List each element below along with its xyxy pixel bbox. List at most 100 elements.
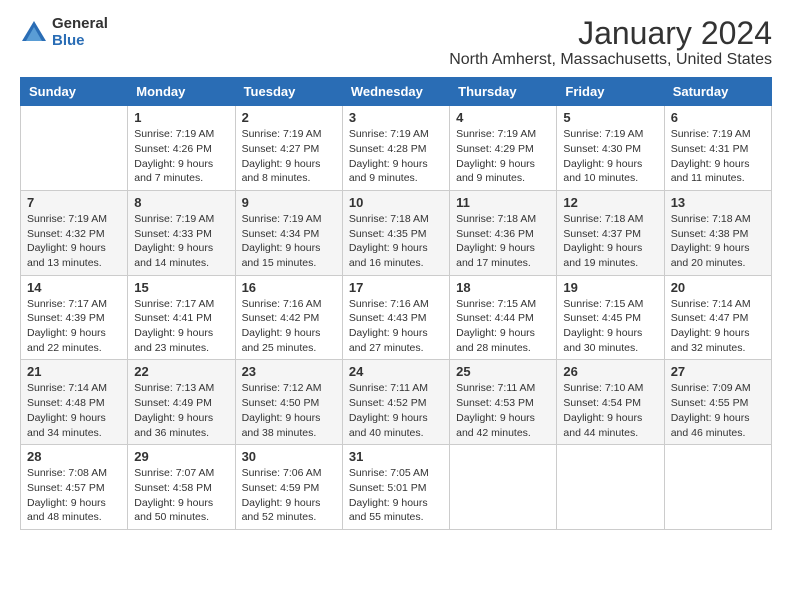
day-number: 29 [134,449,228,464]
day-number: 7 [27,195,121,210]
day-info: Sunrise: 7:19 AMSunset: 4:27 PMDaylight:… [242,127,336,186]
calendar-day-cell: 8 Sunrise: 7:19 AMSunset: 4:33 PMDaylight… [128,190,235,275]
day-number: 24 [349,364,443,379]
day-info: Sunrise: 7:09 AMSunset: 4:55 PMDaylight:… [671,381,765,440]
day-info: Sunrise: 7:14 AMSunset: 4:47 PMDaylight:… [671,297,765,356]
weekday-header: Monday [128,78,235,106]
logo: General Blue [20,16,108,49]
calendar-day-cell: 13Sunrise: 7:18 AMSunset: 4:38 PMDayligh… [664,190,771,275]
calendar-day-cell: 16 Sunrise: 7:16 AMSunset: 4:42 PMDayligh… [235,275,342,360]
calendar-day-cell [664,445,771,530]
calendar-day-cell: 11 Sunrise: 7:18 AMSunset: 4:36 PMDayligh… [450,190,557,275]
calendar-week-row: 21 Sunrise: 7:14 AMSunset: 4:48 PMDayligh… [21,360,772,445]
day-number: 25 [456,364,550,379]
weekday-header: Friday [557,78,664,106]
weekday-header: Thursday [450,78,557,106]
calendar-day-cell: 12 Sunrise: 7:18 AMSunset: 4:37 PMDayligh… [557,190,664,275]
calendar-day-cell: 28Sunrise: 7:08 AMSunset: 4:57 PMDayligh… [21,445,128,530]
calendar-day-cell [557,445,664,530]
weekday-header: Tuesday [235,78,342,106]
day-number: 19 [563,280,657,295]
calendar-week-row: 1 Sunrise: 7:19 AMSunset: 4:26 PMDaylight… [21,106,772,191]
day-info: Sunrise: 7:19 AMSunset: 4:29 PMDaylight:… [456,127,550,186]
calendar-day-cell: 27 Sunrise: 7:09 AMSunset: 4:55 PMDayligh… [664,360,771,445]
day-number: 30 [242,449,336,464]
weekday-header: Wednesday [342,78,449,106]
day-info: Sunrise: 7:14 AMSunset: 4:48 PMDaylight:… [27,381,121,440]
calendar-day-cell: 17 Sunrise: 7:16 AMSunset: 4:43 PMDayligh… [342,275,449,360]
calendar-day-cell: 1 Sunrise: 7:19 AMSunset: 4:26 PMDaylight… [128,106,235,191]
day-number: 16 [242,280,336,295]
calendar-week-row: 14 Sunrise: 7:17 AMSunset: 4:39 PMDayligh… [21,275,772,360]
day-info: Sunrise: 7:18 AMSunset: 4:37 PMDaylight:… [563,212,657,271]
day-number: 28 [27,449,121,464]
day-info: Sunrise: 7:19 AMSunset: 4:26 PMDaylight:… [134,127,228,186]
calendar-day-cell: 24 Sunrise: 7:11 AMSunset: 4:52 PMDayligh… [342,360,449,445]
day-number: 27 [671,364,765,379]
calendar-day-cell: 4 Sunrise: 7:19 AMSunset: 4:29 PMDaylight… [450,106,557,191]
calendar-table: SundayMondayTuesdayWednesdayThursdayFrid… [20,77,772,530]
calendar-day-cell [450,445,557,530]
day-info: Sunrise: 7:19 AMSunset: 4:34 PMDaylight:… [242,212,336,271]
day-info: Sunrise: 7:15 AMSunset: 4:44 PMDaylight:… [456,297,550,356]
day-info: Sunrise: 7:18 AMSunset: 4:36 PMDaylight:… [456,212,550,271]
calendar-day-cell: 25Sunrise: 7:11 AMSunset: 4:53 PMDayligh… [450,360,557,445]
calendar-week-row: 7 Sunrise: 7:19 AMSunset: 4:32 PMDaylight… [21,190,772,275]
day-number: 1 [134,110,228,125]
title-block: January 2024 North Amherst, Massachusett… [449,16,772,69]
logo-icon [20,19,48,47]
day-info: Sunrise: 7:19 AMSunset: 4:33 PMDaylight:… [134,212,228,271]
calendar-day-cell: 20Sunrise: 7:14 AMSunset: 4:47 PMDayligh… [664,275,771,360]
day-info: Sunrise: 7:17 AMSunset: 4:39 PMDaylight:… [27,297,121,356]
day-number: 21 [27,364,121,379]
calendar-day-cell: 2Sunrise: 7:19 AMSunset: 4:27 PMDaylight… [235,106,342,191]
calendar-day-cell: 18 Sunrise: 7:15 AMSunset: 4:44 PMDayligh… [450,275,557,360]
header: General Blue January 2024 North Amherst,… [20,16,772,69]
day-number: 13 [671,195,765,210]
day-number: 15 [134,280,228,295]
main-title: January 2024 [449,16,772,51]
day-number: 14 [27,280,121,295]
day-number: 17 [349,280,443,295]
day-number: 22 [134,364,228,379]
day-number: 6 [671,110,765,125]
day-number: 12 [563,195,657,210]
calendar-day-cell: 30 Sunrise: 7:06 AMSunset: 4:59 PMDayligh… [235,445,342,530]
day-info: Sunrise: 7:17 AMSunset: 4:41 PMDaylight:… [134,297,228,356]
day-info: Sunrise: 7:19 AMSunset: 4:32 PMDaylight:… [27,212,121,271]
calendar-day-cell [21,106,128,191]
logo-text: General Blue [52,16,108,49]
day-number: 11 [456,195,550,210]
day-number: 8 [134,195,228,210]
calendar-day-cell: 29Sunrise: 7:07 AMSunset: 4:58 PMDayligh… [128,445,235,530]
day-number: 9 [242,195,336,210]
day-info: Sunrise: 7:19 AMSunset: 4:28 PMDaylight:… [349,127,443,186]
calendar-day-cell: 3 Sunrise: 7:19 AMSunset: 4:28 PMDaylight… [342,106,449,191]
weekday-header: Saturday [664,78,771,106]
day-number: 4 [456,110,550,125]
logo-blue: Blue [52,33,108,50]
day-info: Sunrise: 7:16 AMSunset: 4:42 PMDaylight:… [242,297,336,356]
day-info: Sunrise: 7:16 AMSunset: 4:43 PMDaylight:… [349,297,443,356]
day-info: Sunrise: 7:19 AMSunset: 4:30 PMDaylight:… [563,127,657,186]
weekday-header: Sunday [21,78,128,106]
day-number: 23 [242,364,336,379]
calendar-day-cell: 21 Sunrise: 7:14 AMSunset: 4:48 PMDayligh… [21,360,128,445]
weekday-header-row: SundayMondayTuesdayWednesdayThursdayFrid… [21,78,772,106]
sub-title: North Amherst, Massachusetts, United Sta… [449,51,772,69]
calendar-day-cell: 22Sunrise: 7:13 AMSunset: 4:49 PMDayligh… [128,360,235,445]
day-number: 31 [349,449,443,464]
day-info: Sunrise: 7:06 AMSunset: 4:59 PMDaylight:… [242,466,336,525]
day-info: Sunrise: 7:12 AMSunset: 4:50 PMDaylight:… [242,381,336,440]
day-info: Sunrise: 7:11 AMSunset: 4:52 PMDaylight:… [349,381,443,440]
calendar-day-cell: 15 Sunrise: 7:17 AMSunset: 4:41 PMDayligh… [128,275,235,360]
day-number: 5 [563,110,657,125]
day-number: 18 [456,280,550,295]
day-info: Sunrise: 7:10 AMSunset: 4:54 PMDaylight:… [563,381,657,440]
day-number: 3 [349,110,443,125]
logo-general: General [52,16,108,33]
calendar-day-cell: 31Sunrise: 7:05 AMSunset: 5:01 PMDayligh… [342,445,449,530]
day-number: 26 [563,364,657,379]
calendar-day-cell: 6Sunrise: 7:19 AMSunset: 4:31 PMDaylight… [664,106,771,191]
calendar-day-cell: 26 Sunrise: 7:10 AMSunset: 4:54 PMDayligh… [557,360,664,445]
